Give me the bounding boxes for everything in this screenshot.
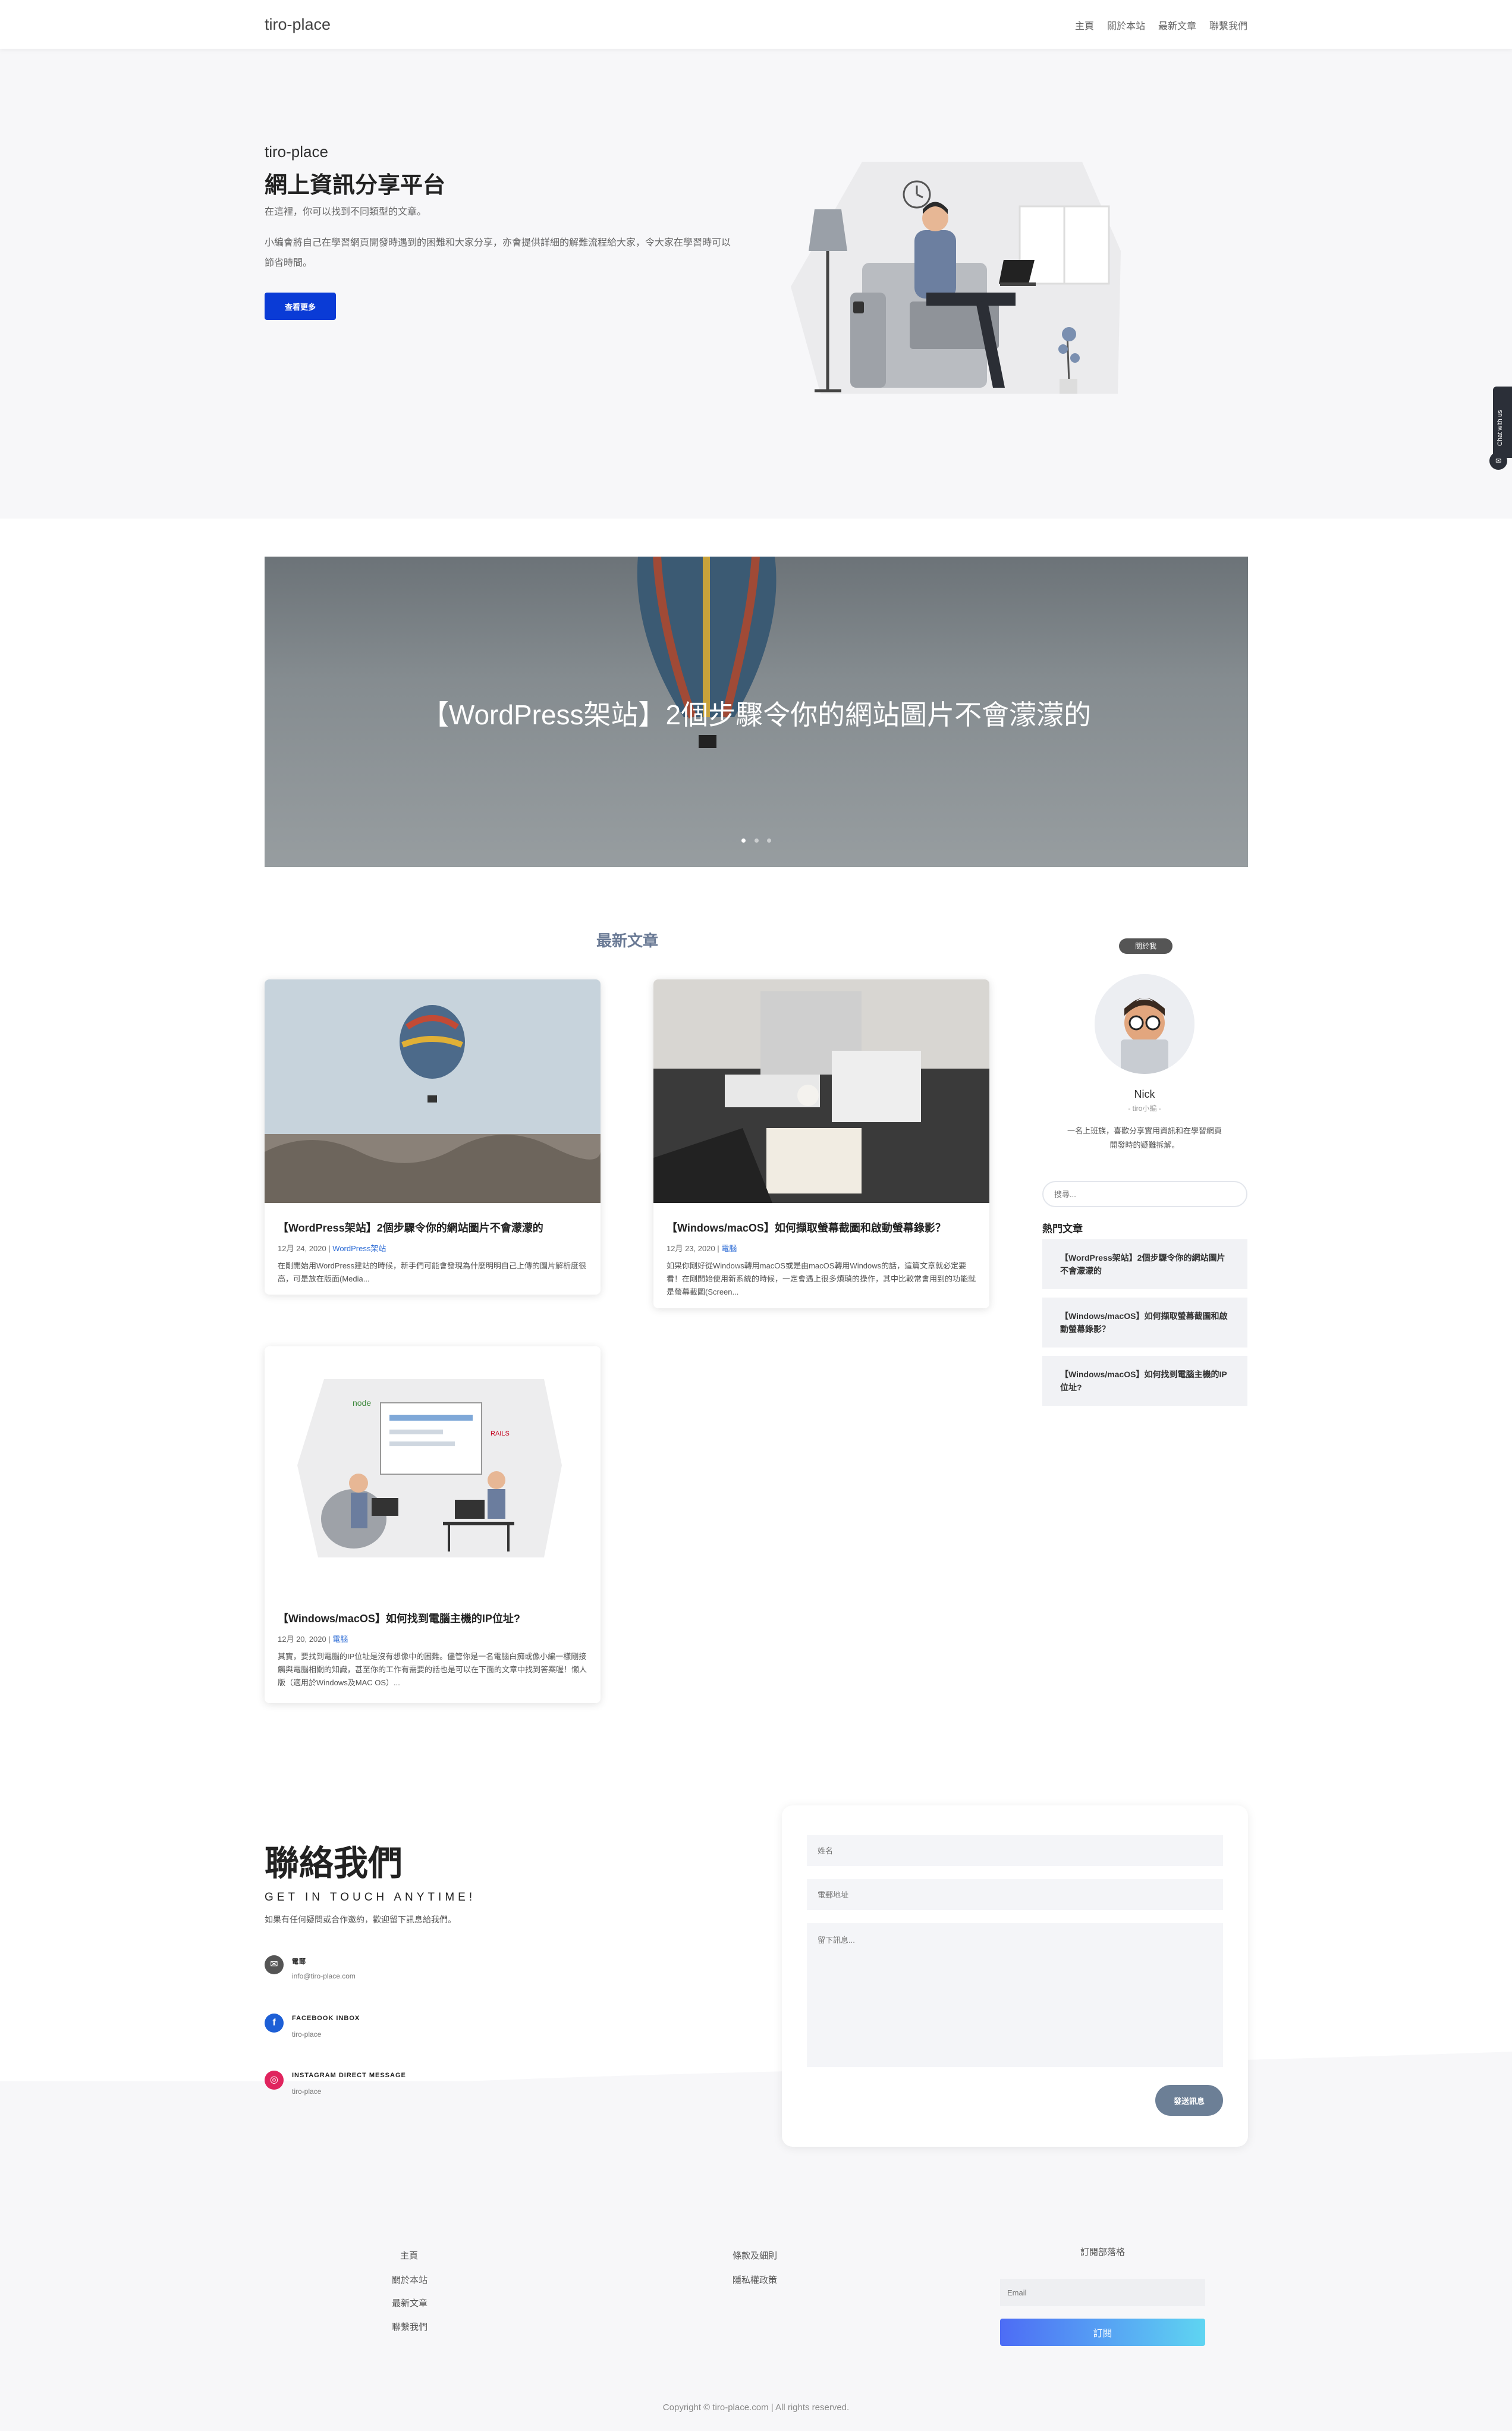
- name-field[interactable]: [807, 1835, 1223, 1866]
- hero-description: 小編會將自己在學習網頁開發時遇到的困難和大家分享，亦會提供詳細的解難流程給大家，…: [265, 238, 731, 268]
- post-meta: 12月 23, 2020 | 電腦: [667, 1242, 976, 1254]
- post-thumbnail[interactable]: node RAILS: [265, 1346, 601, 1594]
- post-excerpt: 在剛開始用WordPress建站的時候，新手們可能會發現為什麼明明自己上傳的圖片…: [278, 1261, 587, 1283]
- nav-item-latest[interactable]: 最新文章: [1158, 18, 1196, 32]
- footer-link-privacy[interactable]: 隱私權政策: [733, 2273, 777, 2286]
- send-message-button[interactable]: 發送訊息: [1155, 2085, 1223, 2116]
- post-meta: 12月 20, 2020 | 電腦: [278, 1633, 587, 1644]
- email-field[interactable]: [807, 1879, 1223, 1910]
- svg-text:RAILS: RAILS: [491, 1430, 510, 1437]
- site-brand[interactable]: tiro-place: [265, 15, 331, 34]
- post-thumbnail[interactable]: [265, 979, 601, 1203]
- slider-dot[interactable]: [741, 838, 746, 843]
- post-category[interactable]: 電腦: [721, 1244, 737, 1253]
- view-more-button[interactable]: 查看更多: [265, 293, 336, 320]
- post-category[interactable]: WordPress架站: [332, 1244, 386, 1253]
- post-title[interactable]: 【Windows/macOS】如何擷取螢幕截圖和啟動螢幕錄影？: [667, 1220, 976, 1235]
- slider-dots: [265, 835, 1248, 846]
- chat-tab[interactable]: Chat with us: [1493, 387, 1512, 458]
- slide-caption[interactable]: 【WordPress架站】2個步驟令你的網站圖片不會濛濛的: [265, 693, 1248, 733]
- post-category[interactable]: 電腦: [332, 1635, 348, 1644]
- footer-link-contact[interactable]: 聯繫我們: [392, 2320, 427, 2333]
- footer-link-about[interactable]: 關於本站: [392, 2273, 427, 2286]
- search-input[interactable]: [1042, 1181, 1247, 1207]
- hero-illustration: [791, 162, 1121, 394]
- contact-subtitle: GET IN TOUCH ANYTIME!: [265, 1891, 476, 1904]
- contact-description: 如果有任何疑問或合作邀約，歡迎留下訊息給我們。: [265, 1915, 456, 1924]
- slider-dot[interactable]: [754, 838, 759, 843]
- contact-title: 聯絡我們: [265, 1844, 403, 1883]
- post-card[interactable]: node RAILS 【Windows/macOS】如何找到電腦主機的IP位址?…: [265, 1346, 601, 1703]
- hero-kicker: tiro-place: [265, 143, 328, 161]
- top-navbar: tiro-place 主頁 關於本站 最新文章 聯繫我們: [0, 0, 1512, 49]
- contact-facebook[interactable]: f FACEBOOK INBOX tiro-place: [265, 2014, 514, 2049]
- contact-value[interactable]: tiro-place: [292, 2087, 321, 2096]
- post-title[interactable]: 【Windows/macOS】如何找到電腦主機的IP位址?: [278, 1610, 587, 1626]
- avatar: [1095, 974, 1194, 1074]
- post-date: 12月 23, 2020 |: [667, 1244, 722, 1253]
- contact-value[interactable]: tiro-place: [292, 2030, 321, 2039]
- post-date: 12月 20, 2020 |: [278, 1635, 333, 1644]
- post-excerpt: 如果你剛好從Windows轉用macOS或是由macOS轉用Windows的話，…: [667, 1261, 976, 1296]
- contact-value[interactable]: info@tiro-place.com: [292, 1972, 356, 1980]
- popular-post-item[interactable]: 【WordPress架站】2個步驟令你的網站圖片不會濛濛的: [1042, 1239, 1247, 1289]
- featured-slider[interactable]: 【WordPress架站】2個步驟令你的網站圖片不會濛濛的: [265, 557, 1248, 867]
- subscribe-email-input[interactable]: [1000, 2279, 1205, 2306]
- footer-link-latest[interactable]: 最新文章: [392, 2297, 427, 2309]
- facebook-icon: f: [265, 2014, 284, 2033]
- nav-item-home[interactable]: 主頁: [1075, 18, 1094, 32]
- svg-text:node: node: [353, 1398, 371, 1408]
- author-role: - tiro小編 -: [1128, 1104, 1161, 1113]
- chat-tab-label: Chat with us: [1497, 410, 1504, 446]
- contact-label: INSTAGRAM DIRECT MESSAGE: [292, 2072, 406, 2079]
- author-name: Nick: [1134, 1088, 1155, 1100]
- popular-post-item[interactable]: 【Windows/macOS】如何擷取螢幕截圖和啟動螢幕錄影？: [1042, 1298, 1247, 1348]
- popular-post-item[interactable]: 【Windows/macOS】如何找到電腦主機的IP位址?: [1042, 1356, 1247, 1406]
- post-excerpt: 其實，要找到電腦的IP位址是沒有想像中的困難。儘管你是一名電腦白痴或像小編一樣剛…: [278, 1652, 587, 1687]
- mail-icon: ✉: [265, 1955, 284, 1974]
- footer-link-terms[interactable]: 條款及細則: [733, 2249, 777, 2262]
- subscribe-title: 訂閱部落格: [1080, 2247, 1125, 2257]
- nav-item-about[interactable]: 關於本站: [1107, 18, 1145, 32]
- nav-menu: 主頁 關於本站 最新文章 聯繫我們: [1075, 18, 1247, 32]
- hero-wave: [0, 428, 1512, 517]
- contact-label: FACEBOOK INBOX: [292, 2015, 360, 2022]
- post-date: 12月 24, 2020 |: [278, 1244, 333, 1253]
- hero-title: 網上資訊分享平台: [265, 173, 446, 198]
- contact-instagram[interactable]: ◎ INSTAGRAM DIRECT MESSAGE tiro-place: [265, 2071, 514, 2106]
- post-thumbnail[interactable]: [653, 979, 989, 1203]
- about-badge: 關於我: [1119, 938, 1172, 954]
- slider-dot[interactable]: [766, 838, 771, 843]
- copyright: Copyright © tiro-place.com | All rights …: [662, 2402, 850, 2413]
- contact-label: 電郵: [292, 1958, 306, 1965]
- author-bio: 一名上班族，喜歡分享實用資訊和在學習網頁開發時的疑難拆解。: [1067, 1126, 1222, 1149]
- subscribe-button[interactable]: 訂閱: [1000, 2319, 1205, 2346]
- post-meta: 12月 24, 2020 | WordPress架站: [278, 1242, 587, 1254]
- instagram-icon: ◎: [265, 2071, 284, 2090]
- post-card[interactable]: 【Windows/macOS】如何擷取螢幕截圖和啟動螢幕錄影？ 12月 23, …: [653, 979, 989, 1308]
- popular-posts-heading: 熱門文章: [1042, 1223, 1083, 1235]
- contact-form: 發送訊息: [782, 1805, 1248, 2147]
- post-title[interactable]: 【WordPress架站】2個步驟令你的網站圖片不會濛濛的: [278, 1220, 587, 1235]
- message-field[interactable]: [807, 1923, 1223, 2067]
- hero-subtitle: 在這裡，你可以找到不同類型的文章。: [265, 207, 427, 217]
- contact-email[interactable]: ✉ 電郵 info@tiro-place.com: [265, 1955, 514, 1991]
- chat-bubble-icon[interactable]: ✉: [1489, 452, 1507, 470]
- nav-item-contact[interactable]: 聯繫我們: [1209, 18, 1247, 32]
- footer-link-home[interactable]: 主頁: [400, 2249, 418, 2262]
- latest-posts-heading: 最新文章: [596, 932, 658, 950]
- post-card[interactable]: 【WordPress架站】2個步驟令你的網站圖片不會濛濛的 12月 24, 20…: [265, 979, 601, 1295]
